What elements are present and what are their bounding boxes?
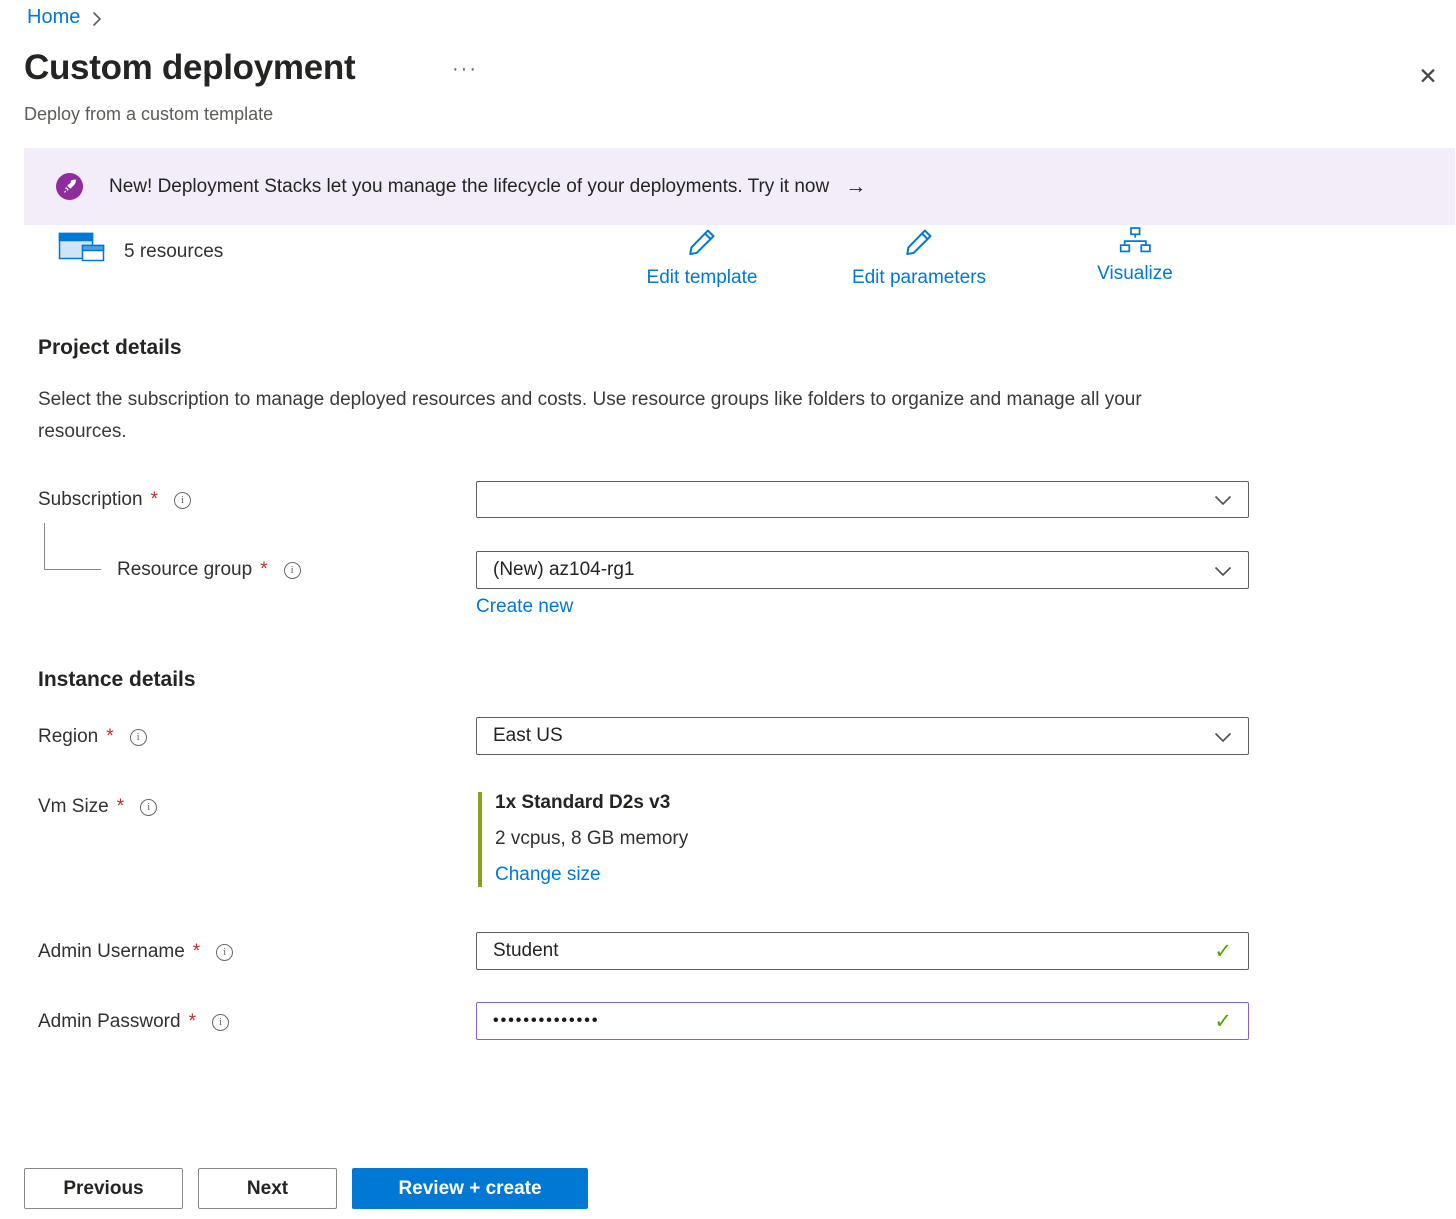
required-asterisk: * — [151, 489, 158, 511]
close-icon[interactable]: ✕ — [1412, 60, 1444, 92]
info-icon[interactable]: i — [284, 562, 301, 579]
project-details-description: Select the subscription to manage deploy… — [38, 384, 1193, 448]
admin-username-value: Student — [493, 940, 559, 962]
resource-group-value: (New) az104-rg1 — [493, 559, 635, 581]
edit-template-button[interactable]: Edit template — [597, 226, 807, 289]
admin-username-label: Admin Username * i — [38, 941, 233, 963]
field-connector-vertical — [44, 523, 45, 570]
required-asterisk: * — [193, 941, 200, 963]
deployment-stacks-banner[interactable]: New! Deployment Stacks let you manage th… — [24, 148, 1455, 225]
info-icon[interactable]: i — [140, 799, 157, 816]
edit-parameters-label: Edit parameters — [852, 267, 986, 289]
info-icon[interactable]: i — [130, 729, 147, 746]
required-asterisk: * — [260, 559, 267, 581]
page-title: Custom deployment — [24, 48, 355, 88]
visualize-button[interactable]: Visualize — [1030, 226, 1240, 285]
vm-size-summary: 1x Standard D2s v3 2 vcpus, 8 GB memory … — [478, 792, 688, 887]
breadcrumb-home-link[interactable]: Home — [27, 6, 80, 29]
chevron-down-icon — [1214, 495, 1232, 506]
info-icon[interactable]: i — [216, 944, 233, 961]
breadcrumb: Home — [27, 6, 102, 29]
region-value: East US — [493, 725, 563, 747]
admin-password-input[interactable]: •••••••••••••• ✓ — [476, 1002, 1249, 1040]
vm-size-specs: 2 vcpus, 8 GB memory — [495, 828, 688, 850]
vm-size-title: 1x Standard D2s v3 — [495, 792, 688, 814]
template-resources-icon — [58, 228, 105, 271]
checkmark-icon: ✓ — [1214, 939, 1232, 964]
banner-message: New! Deployment Stacks let you manage th… — [109, 176, 829, 198]
admin-username-input[interactable]: Student ✓ — [476, 932, 1249, 970]
resource-group-dropdown[interactable]: (New) az104-rg1 — [476, 551, 1249, 589]
admin-password-value: •••••••••••••• — [493, 1012, 599, 1030]
info-icon[interactable]: i — [212, 1014, 229, 1031]
org-chart-icon — [1119, 226, 1151, 259]
resources-count-label: 5 resources — [124, 241, 223, 263]
rocket-icon — [56, 173, 83, 200]
edit-template-label: Edit template — [647, 267, 758, 289]
subscription-dropdown[interactable] — [476, 481, 1249, 518]
create-new-link[interactable]: Create new — [476, 596, 573, 618]
admin-password-label: Admin Password * i — [38, 1011, 229, 1033]
vm-size-label: Vm Size * i — [38, 796, 157, 818]
change-size-link[interactable]: Change size — [495, 864, 601, 885]
visualize-label: Visualize — [1097, 263, 1173, 285]
custom-deployment-page: Home Custom deployment ··· ✕ Deploy from… — [0, 0, 1456, 1219]
checkmark-icon: ✓ — [1214, 1009, 1232, 1034]
region-dropdown[interactable]: East US — [476, 717, 1249, 755]
review-create-button[interactable]: Review + create — [352, 1168, 588, 1209]
required-asterisk: * — [106, 726, 113, 748]
next-button[interactable]: Next — [198, 1168, 337, 1209]
chevron-down-icon — [1214, 732, 1232, 743]
pencil-icon — [903, 226, 935, 263]
required-asterisk: * — [117, 796, 124, 818]
instance-details-heading: Instance details — [38, 668, 196, 692]
more-options-icon[interactable]: ··· — [452, 58, 478, 81]
region-label: Region * i — [38, 726, 147, 748]
info-icon[interactable]: i — [174, 492, 191, 509]
arrow-right-icon: → — [845, 175, 866, 199]
chevron-down-icon — [1214, 566, 1232, 577]
required-asterisk: * — [189, 1011, 196, 1033]
edit-parameters-button[interactable]: Edit parameters — [814, 226, 1024, 289]
previous-button[interactable]: Previous — [24, 1168, 183, 1209]
page-subtitle: Deploy from a custom template — [24, 104, 273, 125]
chevron-right-icon — [92, 11, 102, 27]
resource-group-label: Resource group * i — [117, 559, 301, 581]
field-connector-horizontal — [44, 569, 101, 570]
pencil-icon — [686, 226, 718, 263]
project-details-heading: Project details — [38, 336, 182, 360]
subscription-label: Subscription * i — [38, 489, 191, 511]
